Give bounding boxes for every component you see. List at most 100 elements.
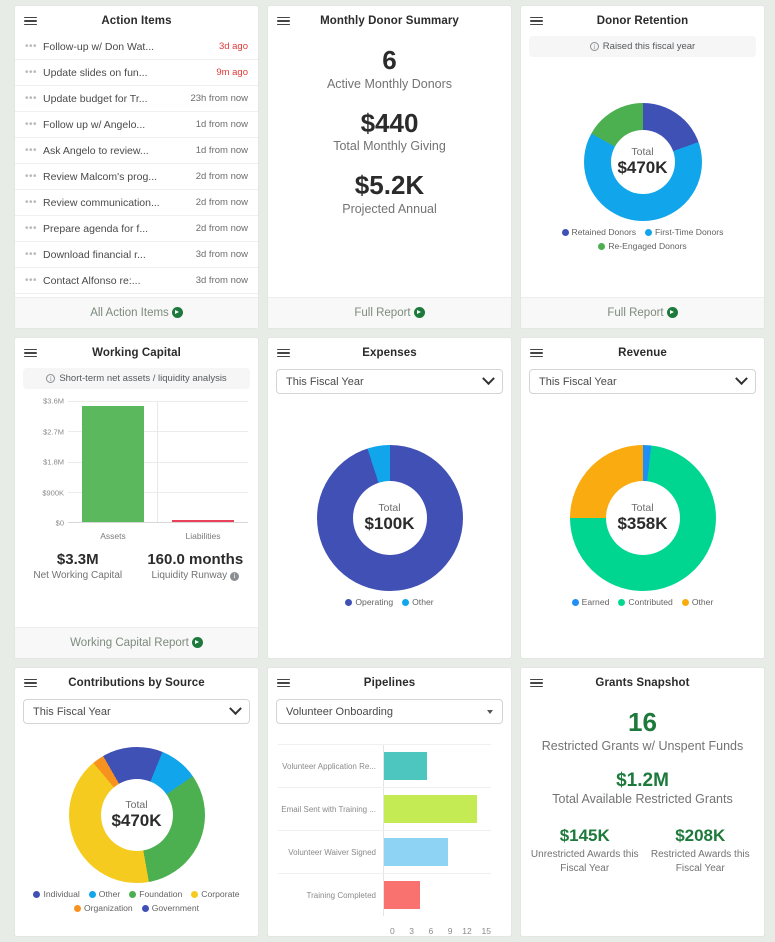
more-options-icon[interactable]: ••• <box>25 223 37 234</box>
donut-graphic[interactable]: Total $470K <box>68 747 205 883</box>
legend-swatch <box>402 598 410 606</box>
axis-tick-label: $3.6M <box>43 396 64 406</box>
card-header: Revenue <box>521 338 764 366</box>
full-report-link[interactable]: Full Report <box>268 297 511 328</box>
legend-swatch <box>191 890 199 898</box>
hamburger-icon[interactable] <box>530 348 543 358</box>
revenue-period-select[interactable]: This Fiscal Year <box>529 369 756 394</box>
pipeline-select[interactable]: Volunteer Onboarding <box>276 699 503 724</box>
bar[interactable] <box>384 794 477 824</box>
list-item-label: Review Malcom's prog... <box>43 170 158 183</box>
more-options-icon[interactable]: ••• <box>25 249 37 260</box>
bar[interactable] <box>82 406 144 522</box>
card-header: Contributions by Source <box>15 668 258 696</box>
legend-item[interactable]: Other <box>402 597 434 607</box>
card-donor-retention: Donor Retention i Raised this fiscal yea… <box>520 5 765 329</box>
donut-graphic[interactable]: Total $100K <box>316 445 463 591</box>
legend-item[interactable]: Re-Engaged Donors <box>598 241 687 251</box>
hamburger-icon[interactable] <box>277 16 290 26</box>
more-options-icon[interactable]: ••• <box>25 67 37 78</box>
working-capital-report-link[interactable]: Working Capital Report <box>15 627 258 658</box>
list-item[interactable]: ••• Update budget for Tr... 23h from now <box>15 86 258 112</box>
due-date: 3d ago <box>218 41 248 52</box>
list-item[interactable]: ••• Contact Alfonso re:... 3d from now <box>15 268 258 294</box>
legend-label: Other <box>691 597 714 607</box>
hamburger-icon[interactable] <box>24 348 37 358</box>
stat-value: 16 <box>628 707 657 737</box>
page-title: Pipelines <box>363 677 416 689</box>
donut-graphic[interactable]: Total $470K <box>583 103 702 221</box>
more-options-icon[interactable]: ••• <box>25 145 37 156</box>
list-item[interactable]: ••• Ask Angelo to review... 1d from now <box>15 138 258 164</box>
bar[interactable] <box>384 880 420 910</box>
list-item[interactable]: ••• Prepare agenda for f... 2d from now <box>15 216 258 242</box>
legend-item[interactable]: Other <box>88 889 121 899</box>
list-item[interactable]: ••• Follow up w/ Angelo... 1d from now <box>15 112 258 138</box>
more-options-icon[interactable]: ••• <box>25 171 37 182</box>
card-action-items: Action Items ••• Follow-up w/ Don Wat... 3… <box>14 5 259 329</box>
card-expenses: Expenses This Fiscal Year Total $100K Ope… <box>267 337 512 659</box>
legend-label: Contributed <box>628 597 673 607</box>
hamburger-icon[interactable] <box>530 16 543 26</box>
more-options-icon[interactable]: ••• <box>25 41 37 52</box>
hamburger-icon[interactable] <box>530 678 543 688</box>
axis-tick-label: 9 <box>447 926 453 936</box>
info-icon[interactable]: i <box>229 572 239 581</box>
select-value: This Fiscal Year <box>539 375 617 388</box>
more-options-icon[interactable]: ••• <box>25 119 37 130</box>
all-action-items-link[interactable]: All Action Items <box>15 297 258 328</box>
legend-label: Re-Engaged Donors <box>608 241 687 251</box>
legend-item[interactable]: Retained Donors <box>561 227 637 237</box>
hamburger-icon[interactable] <box>24 678 37 688</box>
more-options-icon[interactable]: ••• <box>25 275 37 286</box>
hamburger-icon[interactable] <box>24 16 37 26</box>
legend-label: Other <box>98 889 121 899</box>
card-header: Donor Retention <box>521 6 764 34</box>
legend-label: Corporate <box>201 889 240 899</box>
legend-label: Retained Donors <box>571 227 637 237</box>
legend-item[interactable]: First-Time Donors <box>645 227 723 237</box>
hamburger-icon[interactable] <box>277 348 290 358</box>
hamburger-icon[interactable] <box>277 678 290 688</box>
legend-item[interactable]: Contributed <box>618 597 673 607</box>
footer-label: All Action Items <box>90 307 169 319</box>
donut-center-value: $100K <box>364 514 415 533</box>
list-item[interactable]: ••• Follow-up w/ Don Wat... 3d ago <box>15 34 258 60</box>
legend-item[interactable]: Individual <box>33 889 80 899</box>
bar[interactable] <box>172 520 234 522</box>
legend-item[interactable]: Organization <box>73 903 133 913</box>
donut-center: Total $358K <box>605 481 680 555</box>
legend-item[interactable]: Corporate <box>191 889 240 899</box>
bar[interactable] <box>384 837 449 867</box>
more-options-icon[interactable]: ••• <box>25 93 37 104</box>
donut-graphic[interactable]: Total $358K <box>569 445 716 591</box>
due-date: 1d from now <box>195 145 248 156</box>
bar-row: Volunteer Application Re... <box>278 744 491 787</box>
list-item[interactable]: ••• Update slides on fun... 9m ago <box>15 60 258 86</box>
due-date: 3d from now <box>195 275 248 286</box>
bar[interactable] <box>384 751 427 781</box>
legend-item[interactable]: Foundation <box>129 889 182 899</box>
card-header: Expenses <box>268 338 511 366</box>
contributions-period-select[interactable]: This Fiscal Year <box>23 699 250 724</box>
list-item[interactable]: ••• Download financial r... 3d from now <box>15 242 258 268</box>
full-report-link[interactable]: Full Report <box>521 297 764 328</box>
bar-column <box>158 401 248 522</box>
axis-tick-label: Liabilities <box>185 531 221 541</box>
legend-item[interactable]: Earned <box>571 597 609 607</box>
legend-item[interactable]: Operating <box>345 597 393 607</box>
axis-tick-label: 12 <box>462 926 472 936</box>
stat-block: 16 Restricted Grants w/ Unspent Funds $1… <box>521 696 764 822</box>
more-options-icon[interactable]: ••• <box>25 197 37 208</box>
bars <box>68 401 248 522</box>
expenses-period-select[interactable]: This Fiscal Year <box>276 369 503 394</box>
stat-value: $440 <box>360 107 419 138</box>
list-item[interactable]: ••• Review communication... 2d from now <box>15 190 258 216</box>
legend-swatch <box>129 890 137 898</box>
stat-row: $145K Unrestricted Awards this Fiscal Ye… <box>521 822 764 875</box>
legend-item[interactable]: Other <box>681 597 714 607</box>
list-item[interactable]: ••• Review Malcom's prog... 2d from now <box>15 164 258 190</box>
bar-row: Email Sent with Training ... <box>278 787 491 830</box>
page-title: Action Items <box>101 15 172 27</box>
legend-item[interactable]: Government <box>141 903 199 913</box>
